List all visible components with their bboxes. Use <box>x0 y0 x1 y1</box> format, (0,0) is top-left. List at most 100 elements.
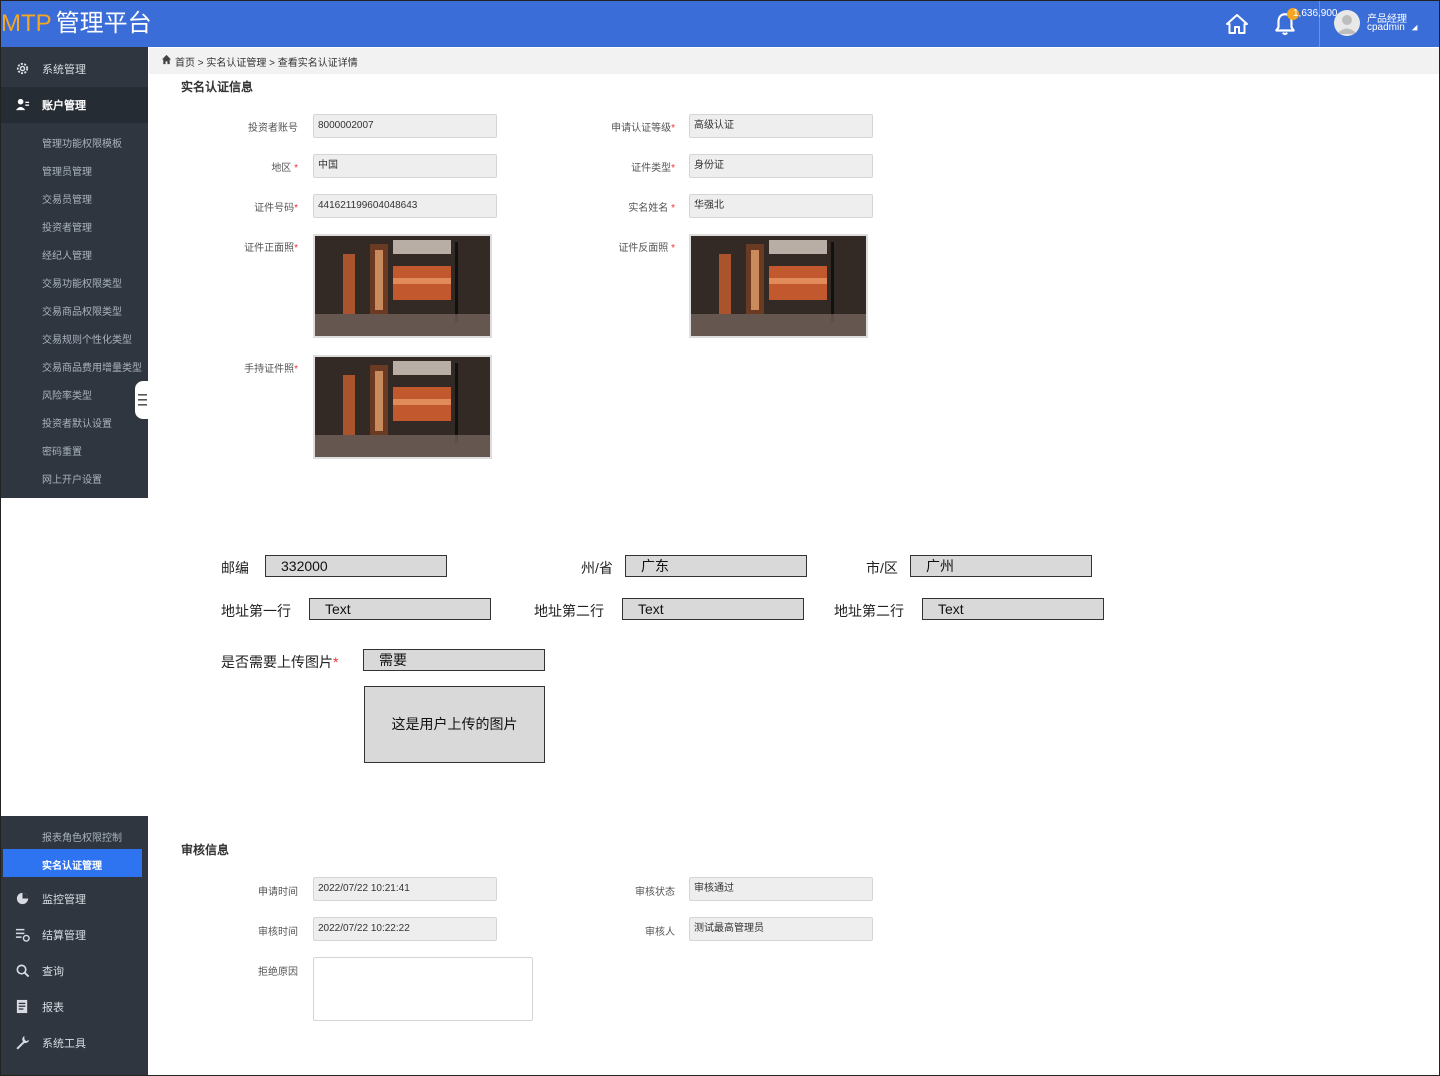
address-line3-field[interactable]: Text <box>922 598 1104 620</box>
report-icon <box>16 999 28 1014</box>
sidebar-subitem[interactable]: 交易员管理 <box>1 183 148 211</box>
review-status-label: 审核状态 <box>635 887 675 898</box>
reject-reason-label: 拒绝原因 <box>258 967 298 978</box>
reviewer-label: 审核人 <box>645 927 675 938</box>
sidebar-subitem[interactable]: 密码重置 <box>1 435 148 463</box>
id-front-photo[interactable] <box>313 234 492 338</box>
sidebar-subitem[interactable]: 风险率类型 <box>1 379 148 407</box>
sidebar-subitem[interactable]: 报表角色权限控制 <box>1 821 148 849</box>
sidebar-subitem-label: 交易规则个性化类型 <box>42 335 132 346</box>
settlement-icon <box>15 928 30 942</box>
search-icon <box>16 964 30 978</box>
need-upload-label: 是否需要上传图片* <box>221 654 339 670</box>
reject-reason-textarea[interactable] <box>313 957 533 1021</box>
sidebar-item-label: 监控管理 <box>42 894 86 906</box>
sidebar-subitem[interactable]: 交易功能权限类型 <box>1 267 148 295</box>
sidebar-item-label: 查询 <box>42 966 64 978</box>
need-upload-select[interactable]: 需要 <box>363 649 545 671</box>
sidebar-subitem-label: 实名认证管理 <box>42 861 102 872</box>
header-divider <box>1319 1 1320 47</box>
sidebar-subitem-label: 经纪人管理 <box>42 251 92 262</box>
sidebar-subitem-label: 报表角色权限控制 <box>42 833 122 844</box>
sidebar-subitem[interactable]: 投资者管理 <box>1 211 148 239</box>
sidebar-item-label: 系统工具 <box>42 1038 86 1050</box>
gear-icon <box>16 62 29 75</box>
region-field[interactable]: 中国 <box>313 154 497 178</box>
photo-image <box>315 357 490 457</box>
breadcrumb-home-icon[interactable] <box>161 54 172 65</box>
investor-account-label: 投资者账号 <box>248 123 298 134</box>
sidebar-subitem-label: 管理功能权限模板 <box>42 139 122 150</box>
brand-logo[interactable]: MTP 管理平台 <box>1 7 152 41</box>
review-section-title: 审核信息 <box>181 843 230 857</box>
photo-image <box>691 236 866 336</box>
cert-no-field[interactable]: 441621199604048643 <box>313 194 497 218</box>
sidebar-item-label: 账户管理 <box>42 100 86 112</box>
id-back-photo[interactable] <box>689 234 868 338</box>
home-icon[interactable] <box>1225 12 1249 36</box>
sidebar-subitem[interactable]: 交易商品权限类型 <box>1 295 148 323</box>
address-line2-label: 地址第二行 <box>534 603 604 619</box>
address-line1-field[interactable]: Text <box>309 598 491 620</box>
address-line2-field[interactable]: Text <box>622 598 804 620</box>
sidebar-subitem[interactable]: 交易商品费用增量类型 <box>1 351 148 379</box>
investor-account-field[interactable]: 8000002007 <box>313 114 497 138</box>
breadcrumb-path[interactable]: 首页 > 实名认证管理 > 查看实名认证详情 <box>175 54 358 69</box>
sidebar-item-report[interactable]: 报表 <box>1 989 148 1025</box>
sidebar-subitem[interactable]: 管理功能权限模板 <box>1 127 148 155</box>
region-label: 地区 * <box>271 163 298 174</box>
sidebar-item-tools[interactable]: 系统工具 <box>1 1025 148 1061</box>
cert-no-label: 证件号码* <box>254 203 298 214</box>
sidebar-item-account[interactable]: 账户管理 <box>1 87 148 123</box>
province-label: 州/省 <box>581 560 613 576</box>
user-group-icon <box>15 98 30 111</box>
sidebar-subitem-label: 密码重置 <box>42 447 82 458</box>
real-name-field[interactable]: 华强北 <box>689 194 873 218</box>
sidebar-subitem-label: 管理员管理 <box>42 167 92 178</box>
back-photo-label: 证件反面照 * <box>618 243 675 254</box>
sidebar-subitem[interactable]: 经纪人管理 <box>1 239 148 267</box>
username[interactable]: cpadmin <box>1367 22 1405 33</box>
cert-type-field[interactable]: 身份证 <box>689 154 873 178</box>
city-field[interactable]: 广州 <box>910 555 1092 577</box>
photo-image <box>315 236 490 336</box>
avatar[interactable] <box>1334 10 1360 36</box>
sidebar-item-label: 系统管理 <box>42 64 86 76</box>
sidebar-subitem[interactable]: 网上开户设置 <box>1 463 148 491</box>
sidebar-subitem-label: 交易员管理 <box>42 195 92 206</box>
hand-held-photo[interactable] <box>313 355 492 459</box>
apply-time-field[interactable]: 2022/07/22 10:21:41 <box>313 877 497 901</box>
zip-field[interactable]: 332000 <box>265 555 447 577</box>
sidebar-subitem-label: 交易商品权限类型 <box>42 307 122 318</box>
cert-level-field[interactable]: 高级认证 <box>689 114 873 138</box>
uploaded-image-placeholder[interactable]: 这是用户上传的图片 <box>364 686 545 763</box>
realname-section-title: 实名认证信息 <box>181 80 254 94</box>
brand-platform: 管理平台 <box>55 10 152 37</box>
sidebar-item-label: 结算管理 <box>42 930 86 942</box>
review-time-label: 审核时间 <box>258 927 298 938</box>
sidebar-subitem[interactable]: 交易规则个性化类型 <box>1 323 148 351</box>
sidebar-lower: 报表角色权限控制 实名认证管理 监控管理 结算管理 查询 报表 系统工具 <box>1 816 148 1075</box>
sidebar-item-monitor[interactable]: 监控管理 <box>1 881 148 917</box>
sidebar-subitem-active[interactable]: 实名认证管理 <box>3 849 142 877</box>
sidebar-item-system[interactable]: 系统管理 <box>1 51 148 87</box>
front-photo-label: 证件正面照* <box>244 243 298 254</box>
sidebar-subitem-label: 投资者管理 <box>42 223 92 234</box>
sidebar-item-settlement[interactable]: 结算管理 <box>1 917 148 953</box>
sidebar-subitem[interactable]: 投资者默认设置 <box>1 407 148 435</box>
zip-label: 邮编 <box>221 560 249 576</box>
user-avatar-icon <box>1337 15 1357 34</box>
province-field[interactable]: 广东 <box>625 555 807 577</box>
review-time-field[interactable]: 2022/07/22 10:22:22 <box>313 917 497 941</box>
wrench-icon <box>16 1035 30 1050</box>
cert-type-label: 证件类型* <box>631 163 675 174</box>
page: MTP 管理平台 1,636,900 产品经理 cpadmin 系统管理 账户管… <box>0 0 1440 1076</box>
sidebar-subitem-label: 投资者默认设置 <box>42 419 112 430</box>
review-status-field[interactable]: 审核通过 <box>689 877 873 901</box>
reviewer-field[interactable]: 测试最高管理员 <box>689 917 873 941</box>
sidebar-collapse-toggle[interactable] <box>135 381 149 419</box>
sidebar-subitem[interactable]: 管理员管理 <box>1 155 148 183</box>
address-line3-label: 地址第二行 <box>834 603 904 619</box>
sidebar-item-query[interactable]: 查询 <box>1 953 148 989</box>
sidebar-subitem-label: 网上开户设置 <box>42 475 102 486</box>
